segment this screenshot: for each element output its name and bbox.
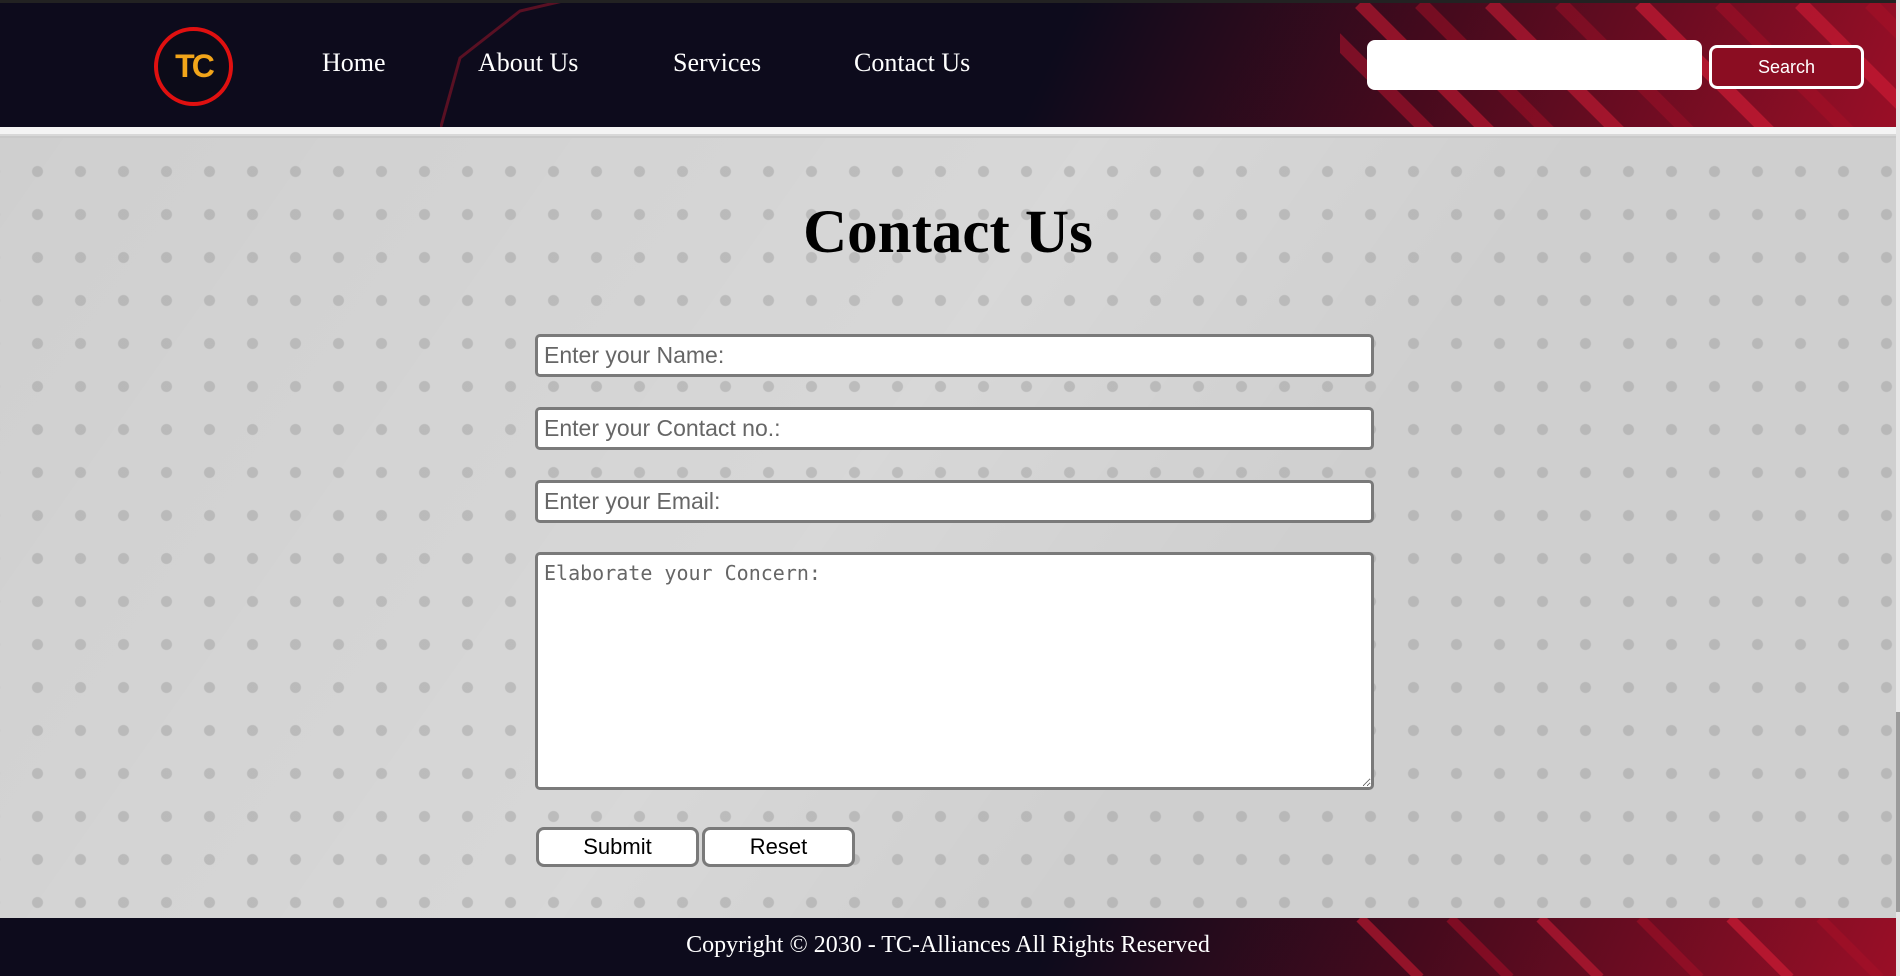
copyright-text: Copyright © 2030 - TC-Alliances All Righ… [686,932,1210,958]
scrollbar-thumb[interactable] [1896,712,1900,912]
reset-button[interactable]: Reset [702,827,855,867]
search-button[interactable]: Search [1709,45,1864,89]
submit-button[interactable]: Submit [536,827,699,867]
logo-text: TC [175,48,215,84]
header-divider [0,127,1900,136]
email-field[interactable] [535,480,1374,523]
site-header: TC Home About Us Services Contact Us Sea… [0,0,1900,127]
name-field[interactable] [535,334,1374,377]
nav-link-contact-us[interactable]: Contact Us [854,48,970,78]
concern-textarea[interactable] [535,552,1374,790]
contact-section: Contact Us Submit Reset [0,138,1900,918]
site-logo[interactable]: TC [154,27,233,106]
nav-link-about-us[interactable]: About Us [478,48,578,78]
page-title: Contact Us [803,199,1093,266]
nav-link-services[interactable]: Services [673,48,761,78]
contact-number-field[interactable] [535,407,1374,450]
nav-link-home[interactable]: Home [322,48,386,78]
site-footer: Copyright © 2030 - TC-Alliances All Righ… [0,918,1900,976]
search-input[interactable] [1367,40,1702,90]
